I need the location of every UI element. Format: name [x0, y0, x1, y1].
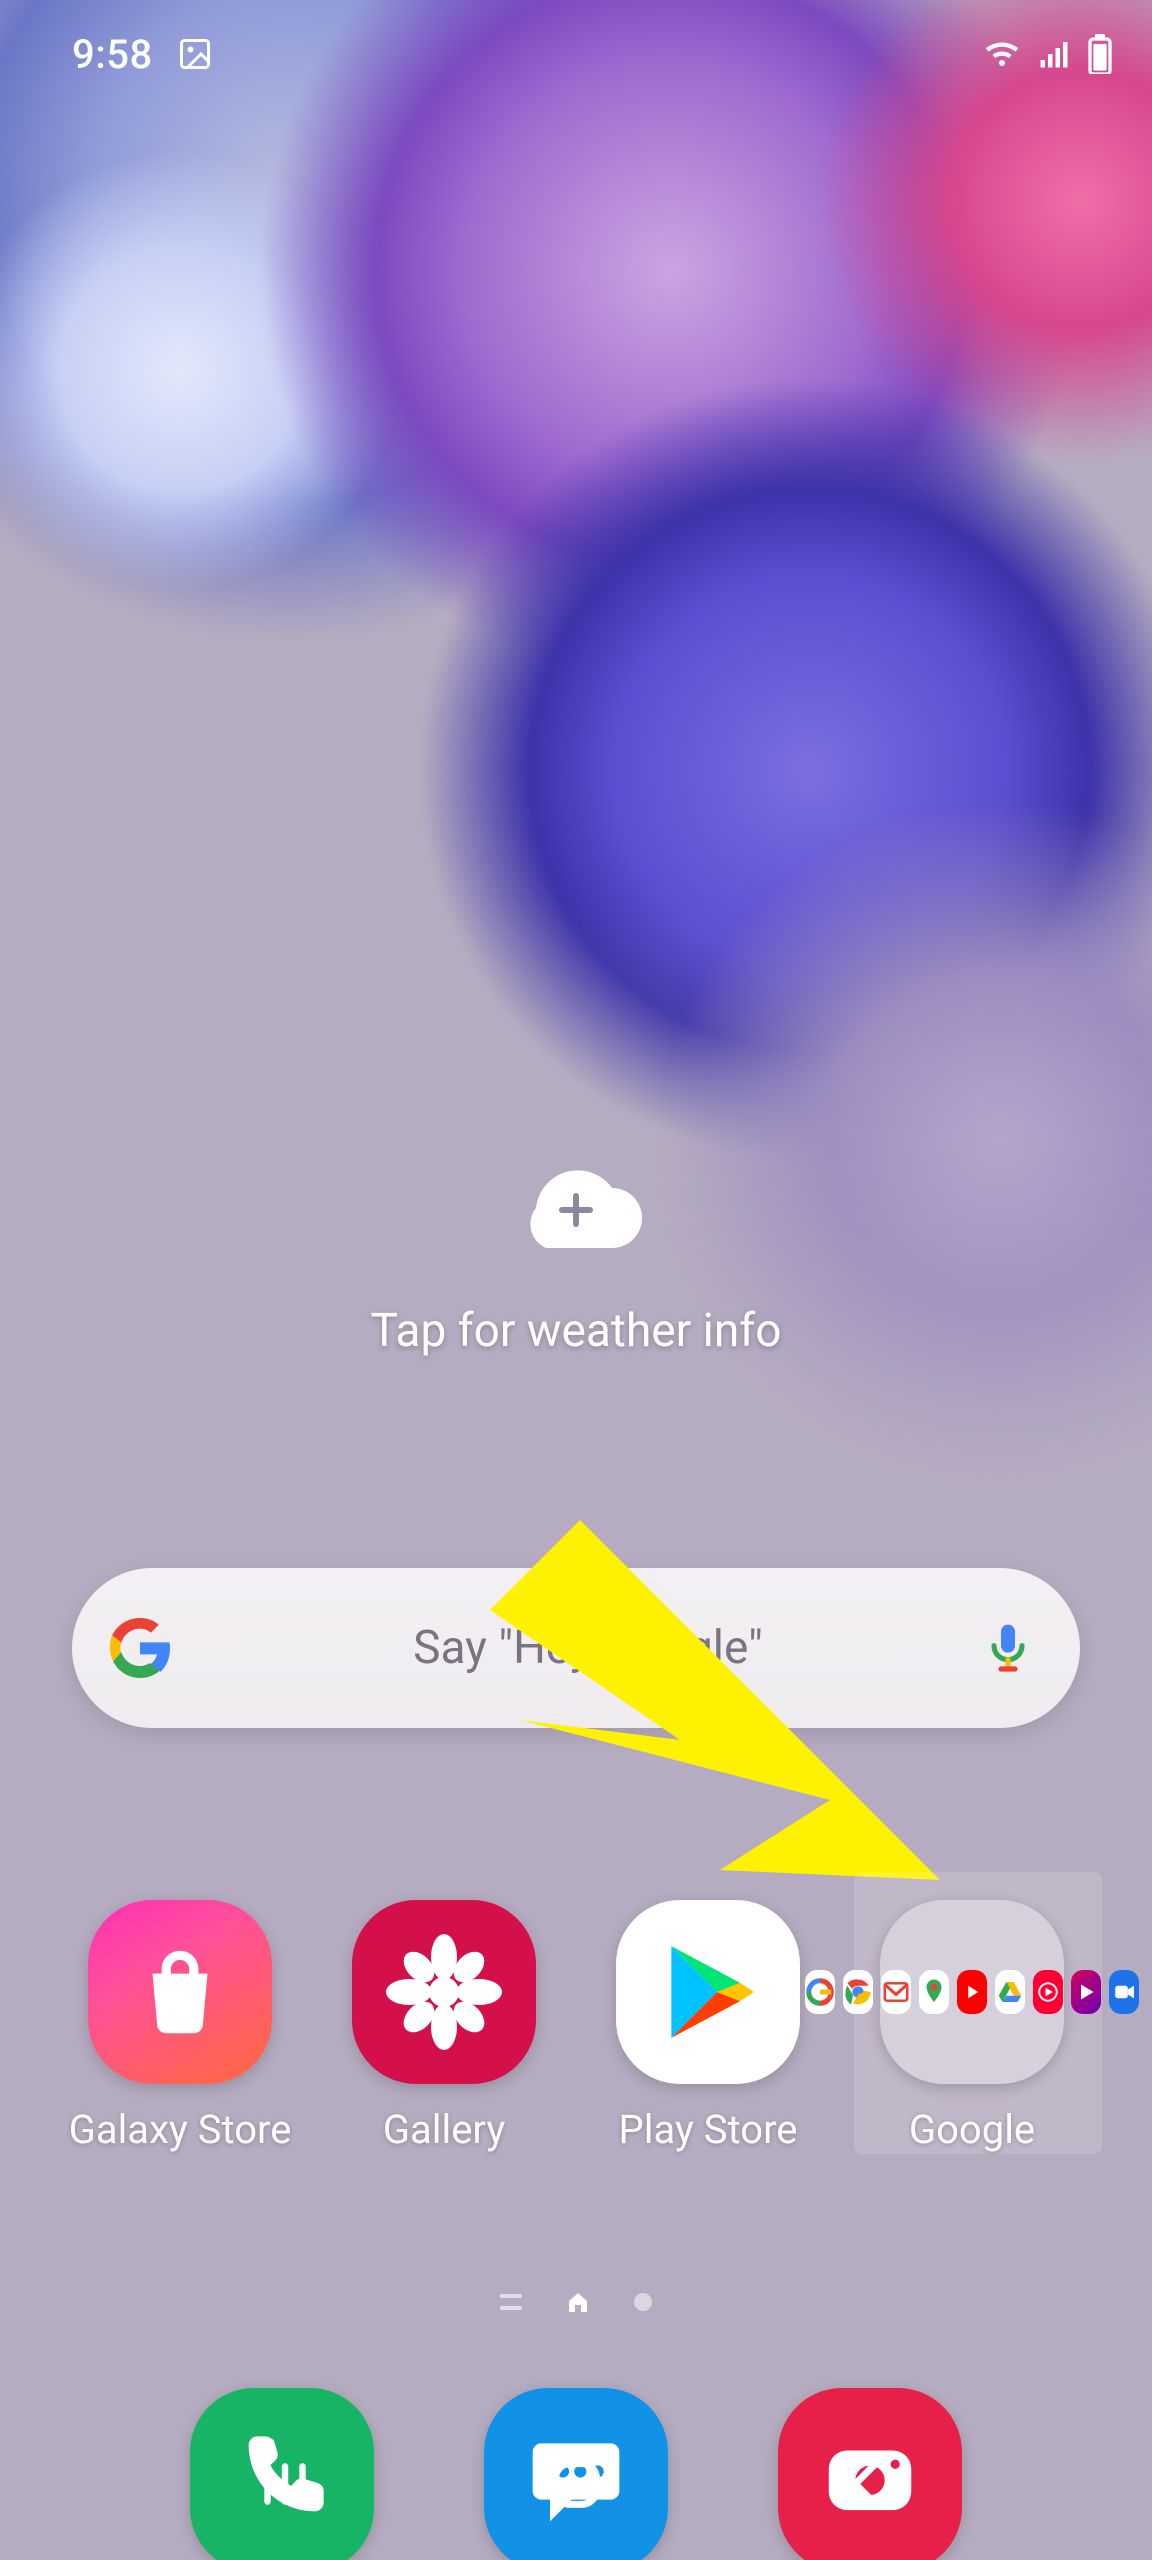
app-label: Galaxy Store [69, 2106, 292, 2153]
mini-duo-icon [1109, 1970, 1139, 2014]
weather-label: Tap for weather info [371, 1304, 782, 1358]
status-clock: 9:58 [72, 31, 153, 78]
gallery-icon [352, 1900, 536, 2084]
screenshot-icon [177, 36, 213, 72]
app-play-store[interactable]: Play Store [576, 1896, 840, 2166]
app-label: Gallery [383, 2106, 506, 2153]
battery-icon [1088, 34, 1112, 74]
mic-icon[interactable] [980, 1620, 1036, 1676]
signal-icon [1036, 36, 1072, 72]
mini-yt-music-icon [1033, 1970, 1063, 2014]
mini-chrome-icon [843, 1970, 873, 2014]
search-hint: Say "Hey Google" [196, 1621, 980, 1675]
app-label: Play Store [619, 2106, 798, 2153]
google-search-widget[interactable]: Say "Hey Google" [72, 1568, 1080, 1728]
mini-gmail-icon [881, 1970, 911, 2014]
app-google-folder[interactable]: Google [840, 1896, 1104, 2166]
app-galaxy-store[interactable]: Galaxy Store [48, 1896, 312, 2166]
nav-recents-button[interactable] [140, 2420, 431, 2548]
page-indicator[interactable] [500, 2290, 652, 2314]
google-g-icon [108, 1616, 172, 1680]
mini-play-movies-icon [1071, 1970, 1101, 2014]
app-gallery[interactable]: Gallery [312, 1896, 576, 2166]
navigation-bar [0, 2420, 1152, 2560]
nav-home-button[interactable] [431, 2420, 722, 2548]
play-store-icon [616, 1900, 800, 2084]
weather-cloud-icon [496, 1160, 656, 1256]
mini-maps-icon [919, 1970, 949, 2014]
folder-icon [880, 1900, 1064, 2084]
apps-drawer-indicator-icon[interactable] [500, 2291, 522, 2313]
home-screen[interactable]: 9:58 [0, 0, 1152, 2560]
page-dot[interactable] [634, 2293, 652, 2311]
app-label: Google [909, 2106, 1035, 2153]
mini-youtube-icon [957, 1970, 987, 2014]
page-home-icon[interactable] [566, 2290, 590, 2314]
galaxy-store-icon [88, 1900, 272, 2084]
status-bar: 9:58 [0, 0, 1152, 108]
wifi-icon [984, 36, 1020, 72]
weather-widget[interactable]: Tap for weather info [0, 1160, 1152, 1358]
mini-google-icon [805, 1970, 835, 2014]
nav-back-button[interactable] [721, 2420, 1012, 2548]
mini-drive-icon [995, 1970, 1025, 2014]
